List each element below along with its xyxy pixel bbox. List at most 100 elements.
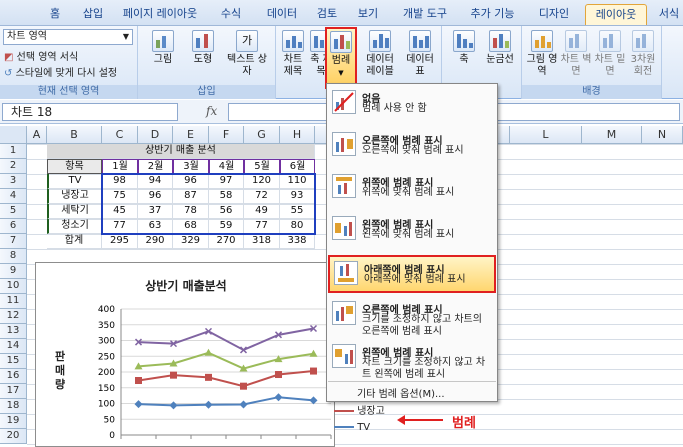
menu-item-legend-right-overlay[interactable]: 오른쪽에 범례 표시 크기를 조정하지 않고 차트의 오른쪽에 범례 표시: [328, 297, 496, 337]
data-point[interactable]: [274, 393, 283, 402]
chart-title[interactable]: 상반기 매출분석: [36, 277, 334, 294]
table-cell[interactable]: 318: [244, 234, 280, 249]
table-cell[interactable]: 49: [244, 204, 280, 219]
table-cell[interactable]: 청소기: [47, 219, 102, 234]
data-point[interactable]: [204, 348, 213, 356]
menu-item-legend-right[interactable]: 오른쪽에 범례 표시 오른쪽에 맞춰 범례 표시: [328, 128, 496, 166]
table-cell[interactable]: 98: [102, 174, 138, 189]
table-cell[interactable]: 96: [173, 174, 209, 189]
row-header[interactable]: 18: [0, 399, 27, 414]
table-cell[interactable]: 58: [209, 189, 244, 204]
row-header[interactable]: 16: [0, 369, 27, 384]
data-labels-button[interactable]: 데이터 레이블: [362, 30, 398, 78]
menu-item-legend-left-overlay[interactable]: 왼쪽에 범례 표시 차트 크기를 조정하지 않고 차트 왼쪽에 범례 표시: [328, 340, 496, 380]
data-point[interactable]: [204, 400, 213, 409]
axes-button[interactable]: 축: [450, 30, 478, 66]
header-cell[interactable]: 5월: [244, 159, 280, 174]
tab-insert[interactable]: 삽입: [80, 4, 106, 25]
header-cell[interactable]: 1월: [102, 159, 138, 174]
table-cell[interactable]: 80: [280, 219, 315, 234]
column-header[interactable]: B: [47, 126, 102, 144]
data-point[interactable]: [310, 367, 317, 375]
chart-area[interactable]: 0 50 100 150 200 250 300 350 400 상반기 매출분석 판 매 량: [35, 262, 335, 447]
more-legend-options[interactable]: 기타 범례 옵션(M)...: [357, 385, 445, 400]
menu-item-legend-none[interactable]: 없음 범례 사용 안 함: [328, 86, 496, 124]
table-cell[interactable]: 290: [138, 234, 173, 249]
series-line[interactable]: [138, 351, 314, 370]
row-header[interactable]: 14: [0, 339, 27, 354]
row-header[interactable]: 13: [0, 324, 27, 339]
table-cell[interactable]: 56: [209, 204, 244, 219]
table-cell[interactable]: 75: [102, 189, 138, 204]
tab-data[interactable]: 데이터: [262, 4, 302, 25]
series-line[interactable]: [138, 396, 314, 407]
table-cell[interactable]: 37: [138, 204, 173, 219]
row-header[interactable]: 19: [0, 414, 27, 429]
row-header[interactable]: 3: [0, 174, 27, 189]
tab-page-layout[interactable]: 페이지 레이아웃: [120, 4, 200, 25]
text-box-button[interactable]: 가 텍스트 상자: [224, 30, 270, 78]
data-table-button[interactable]: 데이터 표: [402, 30, 438, 78]
row-header[interactable]: 17: [0, 384, 27, 399]
menu-item-legend-bottom[interactable]: 아래쪽에 범례 표시 아래쪽에 맞춰 범례 표시: [328, 255, 496, 293]
row-header[interactable]: 4: [0, 189, 27, 204]
chart-elements-dropdown[interactable]: 차트 영역 ▼: [3, 29, 133, 45]
table-cell[interactable]: 97: [209, 174, 244, 189]
data-point[interactable]: [169, 401, 178, 410]
data-point[interactable]: [240, 382, 247, 390]
data-point[interactable]: [170, 371, 177, 379]
row-header[interactable]: 5: [0, 204, 27, 219]
name-box[interactable]: 차트 18: [2, 103, 178, 121]
table-cell[interactable]: 110: [280, 174, 315, 189]
tab-formulas[interactable]: 수식: [214, 4, 248, 25]
row-header[interactable]: 1: [0, 144, 27, 159]
data-point[interactable]: [135, 377, 142, 385]
reset-to-match-style-button[interactable]: ↺ 스타일에 맞게 다시 설정: [4, 64, 117, 79]
header-cell[interactable]: 2월: [138, 159, 173, 174]
series-line[interactable]: [138, 327, 314, 352]
insert-function-button[interactable]: fx: [206, 104, 217, 118]
tab-layout[interactable]: 레이아웃: [585, 4, 647, 25]
table-cell[interactable]: 59: [209, 219, 244, 234]
table-cell[interactable]: 72: [244, 189, 280, 204]
menu-item-legend-top[interactable]: 위쪽에 범례 표시 위쪽에 맞춰 범례 표시: [328, 170, 496, 208]
data-point[interactable]: [275, 371, 282, 379]
data-point[interactable]: [205, 373, 212, 381]
column-header[interactable]: [498, 126, 510, 144]
tab-format[interactable]: 서식: [654, 4, 683, 25]
table-cell[interactable]: 냉장고: [47, 189, 102, 204]
table-cell[interactable]: 94: [138, 174, 173, 189]
row-header[interactable]: 8: [0, 249, 27, 264]
header-cell[interactable]: 3월: [173, 159, 209, 174]
table-cell[interactable]: 87: [173, 189, 209, 204]
column-header[interactable]: N: [642, 126, 683, 144]
table-cell[interactable]: 295: [102, 234, 138, 249]
table-cell[interactable]: 329: [173, 234, 209, 249]
data-point[interactable]: [134, 400, 143, 409]
select-all-corner[interactable]: [0, 126, 27, 144]
menu-item-legend-left[interactable]: 왼쪽에 범례 표시 왼쪽에 맞춰 범례 표시: [328, 212, 496, 250]
table-cell[interactable]: 68: [173, 219, 209, 234]
picture-button[interactable]: 그림: [144, 30, 182, 66]
table-cell[interactable]: 세탁기: [47, 204, 102, 219]
column-header[interactable]: A: [27, 126, 47, 144]
column-header[interactable]: M: [582, 126, 642, 144]
legend-button[interactable]: 범례 ▼: [325, 27, 357, 89]
table-cell[interactable]: 63: [138, 219, 173, 234]
column-header[interactable]: H: [280, 126, 315, 144]
chart-legend[interactable]: 냉장고 TV: [330, 402, 400, 442]
header-cell[interactable]: 항목: [47, 159, 102, 174]
row-header[interactable]: 12: [0, 309, 27, 324]
table-cell[interactable]: 78: [173, 204, 209, 219]
format-selection-button[interactable]: ◩ 선택 영역 서식: [4, 48, 78, 63]
row-header[interactable]: 10: [0, 279, 27, 294]
row-header[interactable]: 11: [0, 294, 27, 309]
gridlines-button[interactable]: 눈금선: [482, 30, 518, 66]
row-header[interactable]: 2: [0, 159, 27, 174]
table-cell[interactable]: 55: [280, 204, 315, 219]
tab-home[interactable]: 홈: [42, 4, 68, 25]
row-header[interactable]: 6: [0, 219, 27, 234]
row-header[interactable]: 15: [0, 354, 27, 369]
table-cell[interactable]: 96: [138, 189, 173, 204]
row-header[interactable]: 9: [0, 264, 27, 279]
